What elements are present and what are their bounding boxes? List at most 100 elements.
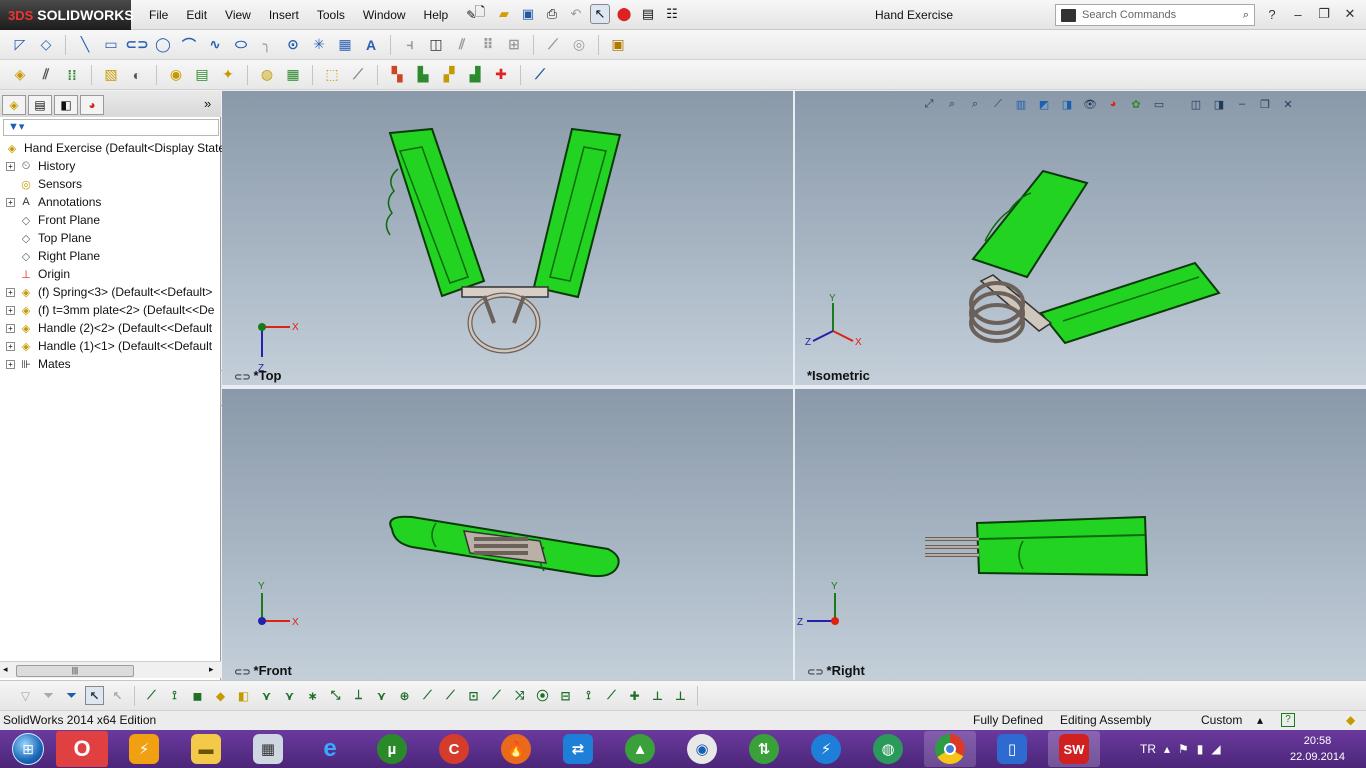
relations-icon[interactable]: ⊞ bbox=[504, 35, 524, 55]
expand-icon[interactable]: + bbox=[6, 161, 15, 171]
filter-cosmetic-threads-icon[interactable]: ⦿ bbox=[533, 686, 552, 705]
mirror-icon[interactable]: A bbox=[361, 35, 381, 55]
menu-view[interactable]: View bbox=[216, 0, 260, 30]
expand-panel-icon[interactable]: » bbox=[204, 96, 211, 111]
move-entities-icon[interactable]: ⠿ bbox=[478, 35, 498, 55]
units-dropdown-icon[interactable]: ▴ bbox=[1257, 713, 1263, 727]
calculator-icon[interactable]: ▦ bbox=[242, 731, 294, 767]
menu-tools[interactable]: Tools bbox=[308, 0, 354, 30]
media-player-icon[interactable]: ◉ bbox=[676, 731, 728, 767]
measure-icon[interactable]: ▟ bbox=[465, 65, 485, 85]
filter-dimensions-icon[interactable]: ⊕ bbox=[395, 686, 414, 705]
network-icon[interactable]: ▮ bbox=[1197, 742, 1204, 756]
filter-axes-icon[interactable]: ◧ bbox=[234, 686, 253, 705]
start-button[interactable]: ⊞ bbox=[0, 730, 56, 768]
select-icon[interactable]: ↖ bbox=[590, 4, 610, 24]
tree-item[interactable]: + ⊪ Mates bbox=[0, 355, 221, 373]
new-document-icon[interactable]: 🗋 bbox=[470, 4, 490, 24]
restore-icon[interactable]: ❐ bbox=[1256, 95, 1274, 113]
display-manager-icon[interactable]: ◕ bbox=[80, 95, 104, 115]
fillet-icon[interactable]: ╮ bbox=[257, 35, 277, 55]
solidworks-logo[interactable]: 3DS SOLIDWORKS bbox=[0, 0, 134, 30]
rectangle-icon[interactable]: ▭ bbox=[101, 35, 121, 55]
phone-icon[interactable]: ▯ bbox=[986, 731, 1038, 767]
line-icon[interactable]: ╲ bbox=[75, 35, 95, 55]
minimize-window-icon[interactable]: – bbox=[1288, 3, 1308, 25]
close-icon[interactable]: ✕ bbox=[1279, 95, 1297, 113]
search-commands-box[interactable]: Search Commands ⌕ bbox=[1055, 4, 1255, 26]
viewport-divider-horizontal[interactable] bbox=[222, 385, 1366, 389]
show-hidden-icon[interactable]: ◉ bbox=[166, 65, 186, 85]
expand-icon[interactable]: + bbox=[6, 287, 15, 297]
instant3d-icon[interactable]: ⟋ bbox=[530, 65, 550, 85]
tree-item[interactable]: + ◈ (f) t=3mm plate<2> (Default<<De bbox=[0, 301, 221, 319]
arc-icon[interactable]: ⌒ bbox=[179, 35, 199, 55]
filter-solid-bodies-icon[interactable]: ◆ bbox=[211, 686, 230, 705]
print-icon[interactable]: ⎙ bbox=[542, 4, 562, 24]
filter-surface-finish-icon[interactable]: ⟋ bbox=[418, 686, 437, 705]
select-all-filters-icon[interactable]: ⏷ bbox=[62, 686, 81, 705]
edit-appearance-icon[interactable]: ◕ bbox=[1104, 95, 1122, 113]
viewport-isometric[interactable]: Y Z X *Isometric bbox=[795, 91, 1366, 385]
options-icon[interactable]: ☷ bbox=[662, 4, 682, 24]
new-motion-study-icon[interactable]: ◍ bbox=[257, 65, 277, 85]
filter-surface-bodies-icon[interactable]: ◼ bbox=[188, 686, 207, 705]
filter-edges-icon[interactable]: ⟋ bbox=[142, 686, 161, 705]
menu-insert[interactable]: Insert bbox=[260, 0, 308, 30]
property-manager-icon[interactable]: ▤ bbox=[28, 95, 52, 115]
filter-mid-points-icon[interactable]: ⊥ bbox=[648, 686, 667, 705]
restore-window-icon[interactable]: ❐ bbox=[1314, 3, 1334, 25]
instant2d-icon[interactable]: ▣ bbox=[608, 35, 628, 55]
view-orientation-icon[interactable]: ◩ bbox=[1035, 95, 1053, 113]
explorer-folder-icon[interactable]: ▬ bbox=[180, 731, 232, 767]
configuration-manager-icon[interactable]: ◧ bbox=[54, 95, 78, 115]
chrome-icon[interactable] bbox=[924, 731, 976, 767]
expand-icon[interactable]: + bbox=[6, 323, 15, 333]
filter-center-of-mass-icon[interactable]: ⊥ bbox=[671, 686, 690, 705]
filter-blocks-icon[interactable]: ⊟ bbox=[556, 686, 575, 705]
volume-icon[interactable]: ◢ bbox=[1211, 742, 1220, 756]
expand-icon[interactable]: + bbox=[6, 359, 15, 369]
internet-explorer-icon[interactable]: e bbox=[304, 731, 356, 767]
ellipse-icon[interactable]: ⬭ bbox=[231, 35, 251, 55]
viewport-top[interactable]: X Z ⊂⊃ *Top bbox=[222, 91, 793, 385]
link-views-icon[interactable]: ◨ bbox=[1210, 95, 1228, 113]
link-views-icon[interactable]: ⊂⊃ bbox=[234, 372, 254, 383]
point-icon[interactable]: ✳ bbox=[309, 35, 329, 55]
rebuild-status-icon[interactable]: ◆ bbox=[1346, 713, 1355, 727]
assembly-features-icon[interactable]: ▤ bbox=[192, 65, 212, 85]
filter-geometric-tolerance-icon[interactable]: ⟋ bbox=[441, 686, 460, 705]
show-hidden-icons-icon[interactable]: ▴ bbox=[1164, 742, 1170, 756]
filter-faces-icon[interactable]: ⟟ bbox=[165, 686, 184, 705]
ccleaner-icon[interactable]: C bbox=[428, 731, 480, 767]
feature-manager-icon[interactable]: ◈ bbox=[2, 95, 26, 115]
slot-icon[interactable]: ⊂⊃ bbox=[125, 35, 148, 55]
expand-icon[interactable]: + bbox=[6, 305, 15, 315]
interference-detection-icon[interactable]: ▚ bbox=[387, 65, 407, 85]
tree-item[interactable]: ◎ Sensors bbox=[0, 175, 221, 193]
filter-notes-icon[interactable]: ⊡ bbox=[464, 686, 483, 705]
bill-of-materials-icon[interactable]: ▦ bbox=[283, 65, 303, 85]
file-properties-icon[interactable]: ▤ bbox=[638, 4, 658, 24]
lan-icon[interactable]: ⇅ bbox=[738, 731, 790, 767]
minimize-icon[interactable]: – bbox=[1233, 95, 1251, 113]
reference-geometry-icon[interactable]: ✦ bbox=[218, 65, 238, 85]
clear-filters-icon[interactable]: ⏷ bbox=[39, 686, 58, 705]
exploded-view-icon[interactable]: ⬚ bbox=[322, 65, 342, 85]
winamp-icon[interactable]: ⚡ bbox=[118, 731, 170, 767]
move-component-icon[interactable]: ◐ bbox=[127, 65, 147, 85]
menu-edit[interactable]: Edit bbox=[177, 0, 216, 30]
teamviewer-icon[interactable]: ⇄ bbox=[552, 731, 604, 767]
filter-weld-symbols-icon[interactable]: ⟋ bbox=[487, 686, 506, 705]
solidworks-icon[interactable]: SW bbox=[1048, 731, 1100, 767]
help-icon[interactable]: ? bbox=[1262, 3, 1282, 25]
mate-icon[interactable]: ⫽ bbox=[36, 65, 56, 85]
tree-item[interactable]: ◇ Top Plane bbox=[0, 229, 221, 247]
explode-line-sketch-icon[interactable]: ⟋ bbox=[348, 65, 368, 85]
link-views-icon[interactable]: ⊂⊃ bbox=[807, 667, 827, 678]
view-settings-icon[interactable]: ▭ bbox=[1150, 95, 1168, 113]
rocket-dock-icon[interactable]: ▲ bbox=[614, 731, 666, 767]
scroll-right-icon[interactable]: ▸ bbox=[209, 664, 214, 675]
close-window-icon[interactable]: ✕ bbox=[1340, 3, 1360, 25]
clock[interactable]: 20:58 22.09.2014 bbox=[1290, 733, 1345, 765]
